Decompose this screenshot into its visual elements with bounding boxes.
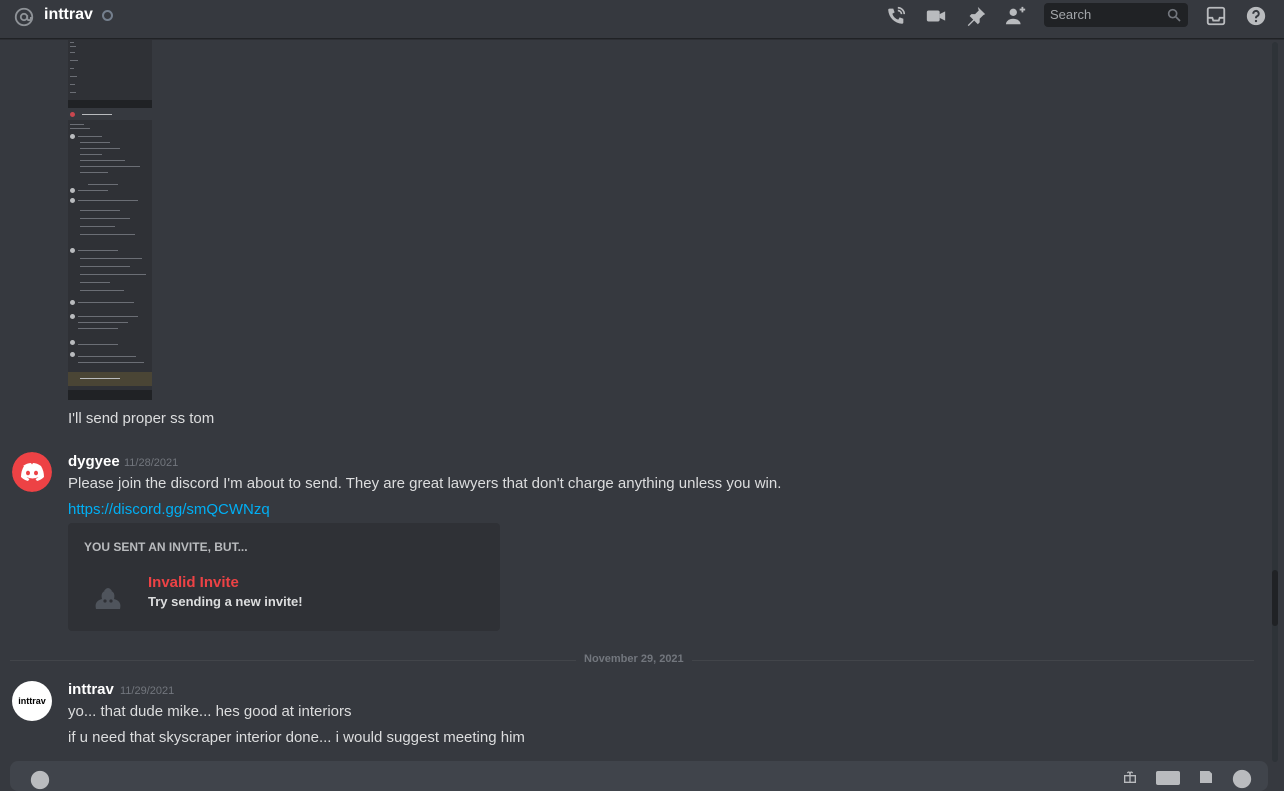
invite-subtitle: Try sending a new invite! [148, 594, 303, 609]
gif-icon[interactable] [1156, 769, 1180, 785]
video-icon[interactable] [925, 5, 947, 27]
message-text: yo... that dude mike... hes good at inte… [68, 703, 352, 720]
inbox-icon[interactable] [1205, 5, 1227, 27]
message-text: Please join the discord I'm about to sen… [68, 475, 782, 492]
channel-header: inttrav Search [0, 0, 1284, 39]
message-timestamp: 11/29/2021 [120, 685, 175, 697]
message-author[interactable]: inttrav [68, 681, 114, 698]
help-icon[interactable] [1245, 5, 1267, 27]
search-placeholder: Search [1050, 7, 1092, 22]
gift-icon[interactable] [1120, 769, 1140, 785]
invite-title: Invalid Invite [148, 574, 239, 591]
message-author[interactable]: dygyee [68, 453, 120, 470]
phone-call-icon[interactable] [885, 5, 907, 27]
scrollbar-track[interactable] [1272, 42, 1278, 762]
offline-status-icon [102, 10, 113, 21]
message-timestamp: 11/28/2021 [124, 457, 179, 469]
channel-title: inttrav [44, 6, 93, 23]
message-text: I'll send proper ss tom [68, 410, 215, 427]
add-member-icon[interactable] [1005, 5, 1027, 27]
invite-link[interactable]: https://discord.gg/smQCWNzq [68, 501, 270, 518]
screenshot-attachment[interactable] [68, 40, 152, 400]
scrollbar-thumb[interactable] [1272, 570, 1278, 626]
invalid-invite-icon [95, 588, 121, 609]
search-input[interactable]: Search [1044, 3, 1188, 27]
emoji-icon[interactable] [1232, 769, 1252, 789]
sticker-icon[interactable] [1196, 769, 1216, 785]
avatar[interactable]: inttrav [12, 681, 52, 721]
message-text: if u need that skyscraper interior done.… [68, 729, 525, 746]
invite-heading: YOU SENT AN INVITE, BUT... [84, 540, 248, 554]
invite-embed: YOU SENT AN INVITE, BUT... Invalid Invit… [68, 523, 500, 631]
message-input[interactable] [10, 761, 1268, 791]
search-icon [1167, 8, 1181, 22]
avatar-text: inttrav [18, 696, 46, 706]
discord-logo-icon[interactable] [12, 452, 52, 492]
pin-icon[interactable] [965, 5, 987, 27]
add-attachment-icon[interactable] [30, 770, 50, 790]
date-divider-label: November 29, 2021 [576, 653, 692, 665]
at-icon [14, 7, 34, 27]
